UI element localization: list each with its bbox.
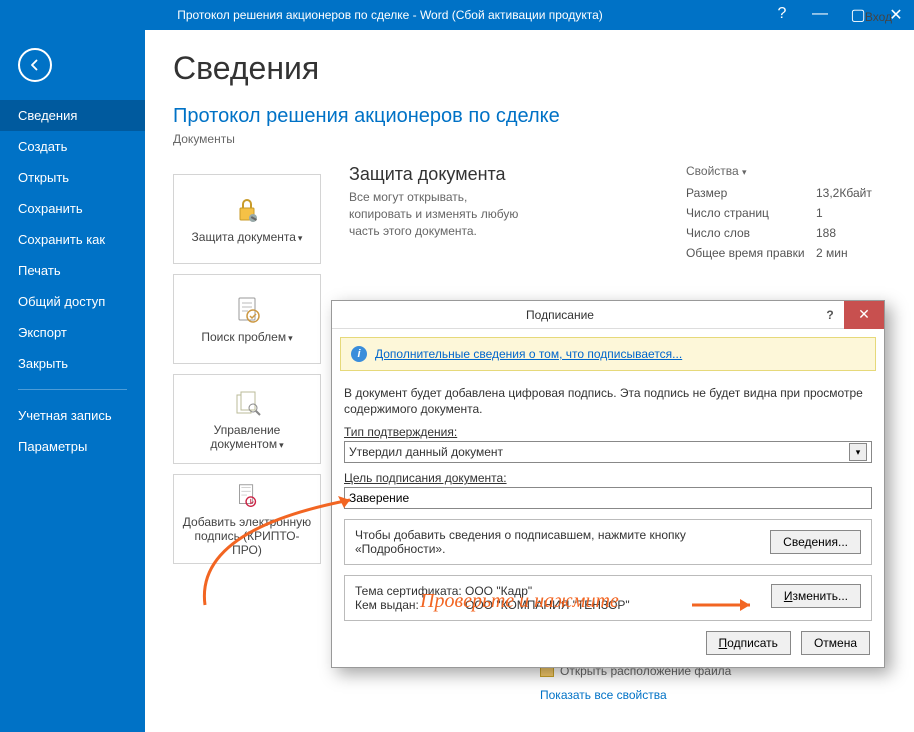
document-check-icon <box>231 294 263 326</box>
documents-icon <box>231 387 263 419</box>
window-title: Протокол решения акционеров по сделке - … <box>8 8 772 22</box>
document-path: Документы <box>173 132 886 146</box>
sign-button[interactable]: Подписать <box>706 631 791 655</box>
sidebar-item-export[interactable]: Экспорт <box>0 317 145 348</box>
prop-pages: Число страниц1 <box>686 206 886 220</box>
protect-heading: Защита документа <box>349 164 658 185</box>
signer-hint-text: Чтобы добавить сведения о подписавшем, н… <box>355 528 760 556</box>
chevron-down-icon: ▾ <box>279 440 284 450</box>
document-title: Протокол решения акционеров по сделке <box>173 105 886 128</box>
minimize-icon[interactable]: — <box>810 5 830 25</box>
cancel-button[interactable]: Отмена <box>801 631 870 655</box>
sign-dialog: Подписание ? ✕ i Дополнительные сведения… <box>331 300 885 668</box>
manage-tile-label: Управление документом <box>210 423 280 451</box>
dialog-intro: В документ будет добавлена цифровая подп… <box>344 385 872 417</box>
inspect-tile-label: Поиск проблем <box>201 330 286 344</box>
cert-subject-label: Тема сертификата: <box>355 584 465 598</box>
manage-document-tile[interactable]: Управление документом▾ <box>173 374 321 464</box>
protect-text: Все могут открывать, копировать и изменя… <box>349 189 529 239</box>
prop-edit-time: Общее время правки2 мин <box>686 246 886 260</box>
commitment-type-select[interactable]: Утвердил данный документ ▾ <box>344 441 872 463</box>
protect-tile-label: Защита документа <box>192 230 296 244</box>
arrow-left-icon <box>26 56 44 74</box>
details-button[interactable]: Сведения... <box>770 530 861 554</box>
sidebar-item-open[interactable]: Открыть <box>0 162 145 193</box>
properties-heading[interactable]: Свойства ▾ <box>686 164 886 178</box>
commitment-type-label: Тип подтверждения: <box>344 425 872 439</box>
sidebar-item-saveas[interactable]: Сохранить как <box>0 224 145 255</box>
chevron-down-icon: ▾ <box>742 167 747 177</box>
signer-details-box: Чтобы добавить сведения о подписавшем, н… <box>344 519 872 565</box>
change-cert-button[interactable]: Изменить... <box>771 584 861 608</box>
help-icon[interactable]: ? <box>772 5 792 25</box>
sidebar-separator <box>18 389 127 390</box>
prop-words: Число слов188 <box>686 226 886 240</box>
cert-issuer-label: Кем выдан: <box>355 598 465 612</box>
titlebar: Протокол решения акционеров по сделке - … <box>0 0 914 30</box>
dialog-title: Подписание <box>344 308 816 322</box>
purpose-input[interactable] <box>344 487 872 509</box>
sidebar-item-print[interactable]: Печать <box>0 255 145 286</box>
protect-document-tile[interactable]: Защита документа▾ <box>173 174 321 264</box>
sidebar-item-options[interactable]: Параметры <box>0 431 145 462</box>
cert-issuer-value: ООО "КОМПАНИЯ "ТЕНЗОР" <box>465 598 665 612</box>
prop-size: Размер13,2Кбайт <box>686 186 886 200</box>
signin-link[interactable]: Вход <box>865 10 892 24</box>
signature-icon <box>231 481 263 511</box>
dropdown-icon[interactable]: ▾ <box>849 443 867 461</box>
lock-icon <box>231 194 263 226</box>
esign-tile-label: Добавить электроннуюподпись (КРИПТО-ПРО) <box>180 515 314 557</box>
backstage-sidebar: Сведения Создать Открыть Сохранить Сохра… <box>0 30 145 732</box>
dialog-info-bar: i Дополнительные сведения о том, что под… <box>340 337 876 371</box>
page-title: Сведения <box>173 50 886 87</box>
sidebar-item-save[interactable]: Сохранить <box>0 193 145 224</box>
cert-subject-value: ООО "Кадр" <box>465 584 665 598</box>
dialog-close-icon[interactable]: ✕ <box>844 301 884 329</box>
dialog-help-icon[interactable]: ? <box>816 308 844 322</box>
certificate-box: Тема сертификата: Кем выдан: ООО "Кадр" … <box>344 575 872 621</box>
info-icon: i <box>351 346 367 362</box>
signing-info-link[interactable]: Дополнительные сведения о том, что подпи… <box>375 347 682 361</box>
sidebar-item-info[interactable]: Сведения <box>0 100 145 131</box>
back-button[interactable] <box>18 48 52 82</box>
purpose-label: Цель подписания документа: <box>344 471 872 485</box>
inspect-document-tile[interactable]: Поиск проблем▾ <box>173 274 321 364</box>
sidebar-item-close[interactable]: Закрыть <box>0 348 145 379</box>
chevron-down-icon: ▾ <box>288 333 293 343</box>
sidebar-item-account[interactable]: Учетная запись <box>0 400 145 431</box>
sidebar-item-new[interactable]: Создать <box>0 131 145 162</box>
sidebar-item-share[interactable]: Общий доступ <box>0 286 145 317</box>
add-esignature-tile[interactable]: Добавить электроннуюподпись (КРИПТО-ПРО) <box>173 474 321 564</box>
chevron-down-icon: ▾ <box>298 233 303 243</box>
show-all-properties[interactable]: Показать все свойства <box>540 688 731 702</box>
dialog-titlebar: Подписание ? ✕ <box>332 301 884 329</box>
